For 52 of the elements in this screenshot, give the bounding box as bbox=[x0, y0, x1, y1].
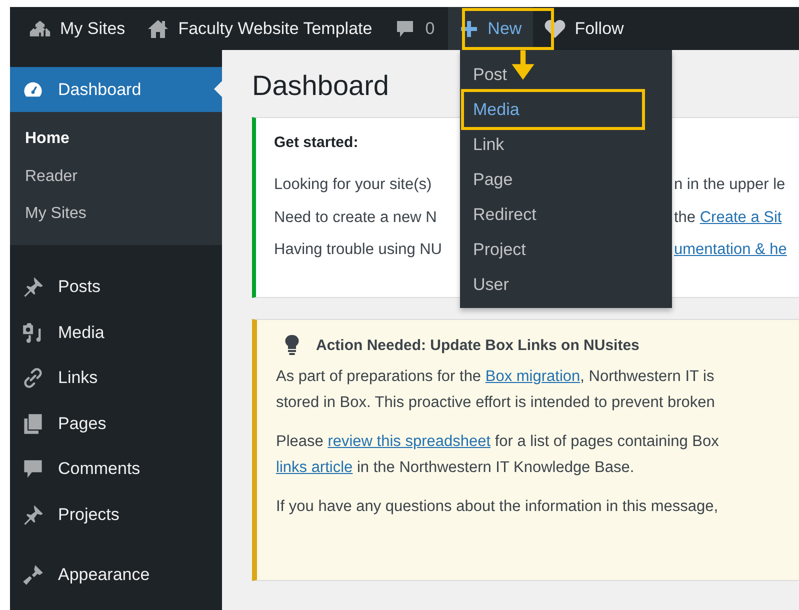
submenu-item[interactable]: My Sites bbox=[10, 195, 222, 232]
link-icon bbox=[22, 367, 44, 390]
sidebar-item[interactable]: Media bbox=[10, 310, 222, 356]
pages-icon bbox=[22, 412, 44, 435]
sidebar-item[interactable]: Comments bbox=[10, 446, 222, 492]
text-link[interactable]: review this spreadsheet bbox=[328, 433, 491, 450]
menu-item[interactable]: Project bbox=[473, 232, 526, 267]
body-text: If you have any questions about the information in this message, bbox=[276, 497, 720, 517]
paintbrush-icon bbox=[22, 564, 44, 586]
toolbar-link[interactable]: 0 bbox=[383, 7, 446, 50]
text-link[interactable]: Create a Sit bbox=[700, 208, 782, 226]
body-text: stored in Box. This proactive effort is intended to prevent broken bbox=[276, 393, 716, 413]
menu-item[interactable]: Link bbox=[473, 127, 504, 162]
menu-item[interactable]: Redirect bbox=[473, 197, 536, 232]
plus-icon bbox=[458, 18, 479, 38]
menu-item[interactable]: Page bbox=[473, 162, 513, 197]
page-title: Dashboard bbox=[252, 69, 389, 103]
speech-bubble-icon bbox=[22, 458, 44, 480]
toolbar-link[interactable]: Faculty Website Template bbox=[136, 7, 384, 50]
sidebar-item[interactable]: Appearance bbox=[10, 552, 222, 598]
menu-item[interactable]: Post bbox=[473, 57, 508, 92]
pointer-arrow bbox=[510, 49, 536, 81]
menu-item[interactable]: User bbox=[473, 267, 509, 302]
lightbulb-icon bbox=[285, 334, 299, 356]
text-link[interactable]: links article bbox=[276, 459, 353, 476]
follow-button[interactable]: Follow bbox=[532, 7, 635, 50]
menu-item[interactable]: Media bbox=[461, 89, 645, 130]
sidebar-item[interactable]: Pages bbox=[10, 401, 222, 446]
text-link[interactable]: Box migration bbox=[485, 368, 580, 385]
submenu-item[interactable]: Home bbox=[10, 120, 222, 158]
notice-title: Action Needed: Update Box Links on NUsites bbox=[316, 336, 640, 354]
pushpin-icon bbox=[22, 276, 44, 298]
text-link[interactable]: umentation & he bbox=[674, 241, 787, 258]
houses-icon bbox=[29, 18, 51, 38]
submenu-item[interactable]: Reader bbox=[10, 158, 222, 195]
body-text: n in the upper le bbox=[674, 176, 786, 193]
toolbar-link[interactable]: My Sites bbox=[18, 7, 136, 50]
body-text: As part of preparations for the Box migration, Northwestern IT is bbox=[276, 367, 716, 387]
home-icon bbox=[147, 18, 170, 38]
sidebar-item[interactable]: Links bbox=[10, 356, 222, 401]
heart-icon bbox=[544, 18, 566, 38]
sidebar-item[interactable]: Projects bbox=[10, 492, 222, 538]
panel-title: Get started: bbox=[274, 134, 358, 151]
body-text: Need to create a new N bbox=[274, 208, 437, 228]
body-text: links article in the Northwestern IT Knowledge Base. bbox=[276, 458, 636, 478]
sidebar-item[interactable]: Dashboard bbox=[10, 67, 222, 112]
body-text: Looking for your site(s) bbox=[274, 176, 432, 195]
body-text: Please review this spreadsheet for a list of pages containing Box bbox=[276, 432, 720, 452]
pushpin-icon bbox=[22, 504, 44, 526]
body-text: Having trouble using NU bbox=[274, 241, 442, 260]
body-text: the bbox=[674, 208, 697, 226]
sidebar-item[interactable]: Posts bbox=[10, 264, 222, 310]
